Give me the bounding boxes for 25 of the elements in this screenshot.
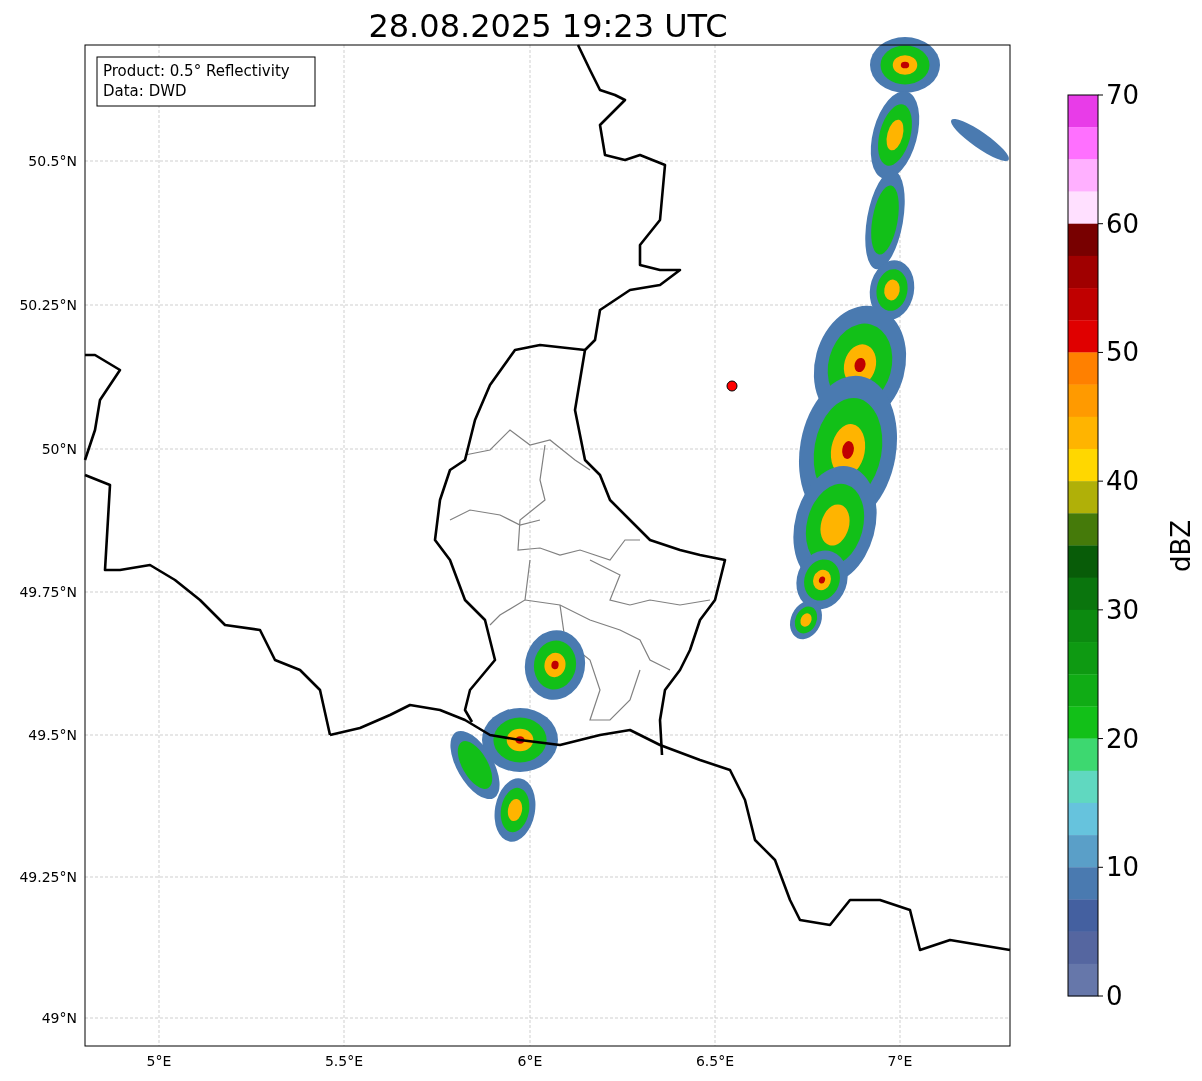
colorbar-tick-label: 70 [1106, 80, 1140, 110]
colorbar-tick-label: 40 [1106, 466, 1140, 497]
legend-text: Data: DWD [103, 82, 187, 100]
longitude-label: 7°E [887, 1053, 913, 1069]
latitude-label: 49.5°N [28, 727, 77, 743]
colorbar-tick-label: 50 [1106, 337, 1140, 368]
latitude-label: 49.75°N [19, 584, 77, 600]
colorbar-tick-label: 10 [1106, 852, 1140, 883]
colorbar-tick-label: 20 [1106, 723, 1140, 754]
latitude-label: 50.5°N [28, 153, 77, 169]
colorbar-tick-label: 0 [1106, 981, 1123, 1011]
chart-title: 28.08.2025 19:23 UTC [368, 7, 728, 45]
longitude-label: 6°E [517, 1053, 543, 1069]
longitude-label: 5.5°E [324, 1053, 364, 1069]
colorbar-label: dBZ [1166, 519, 1196, 573]
longitude-label: 5°E [146, 1053, 172, 1069]
location-marker [726, 380, 738, 392]
colorbar-tick-label: 30 [1106, 594, 1140, 625]
latitude-label: 49.25°N [19, 869, 77, 885]
longitude-label: 6.5°E [695, 1053, 735, 1069]
latitude-label: 50.25°N [19, 297, 77, 313]
latitude-label: 49°N [41, 1010, 77, 1026]
legend-text: Product: 0.5° Reflectivity [103, 62, 290, 80]
colorbar-tick-label: 60 [1106, 208, 1140, 239]
latitude-label: 50°N [41, 441, 77, 457]
